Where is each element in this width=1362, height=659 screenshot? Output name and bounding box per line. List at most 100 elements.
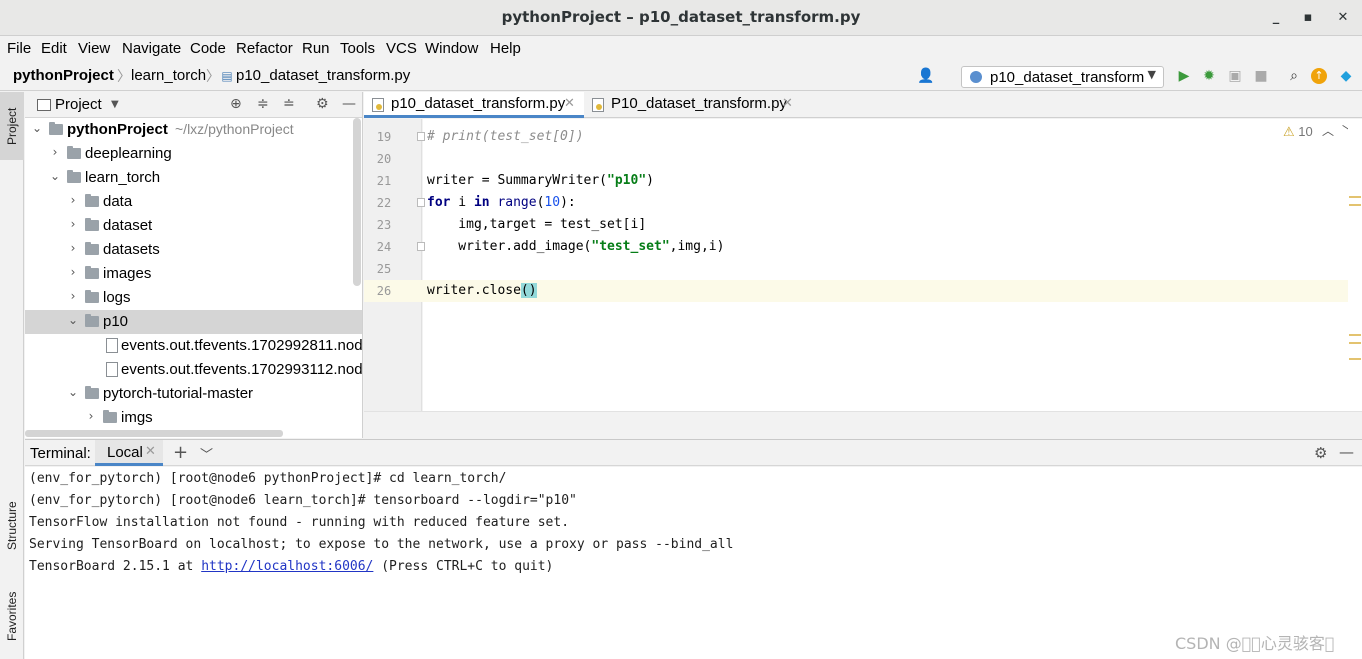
menu-view[interactable]: View [78,40,110,57]
pycharm-logo-icon[interactable]: ◆ [1337,67,1355,85]
run-icon[interactable]: ▶ [1175,67,1193,85]
run-config-label: p10_dataset_transform [990,69,1145,86]
chevron-down-icon[interactable]: ⌄ [49,169,61,183]
chevron-right-icon[interactable]: › [67,193,79,207]
close-tab-icon[interactable]: ✕ [782,95,793,111]
tree-item-images[interactable]: › images [25,262,362,286]
coverage-icon[interactable]: ▣ [1226,67,1244,85]
fold-marker-icon[interactable] [417,132,425,141]
hide-icon[interactable]: — [1339,443,1354,461]
structure-tool-tab[interactable]: Structure [0,490,24,562]
menu-run[interactable]: Run [302,40,330,57]
tree-item-label: logs [103,289,131,306]
tree-item-pytorch-tutorial-master[interactable]: ⌄ pytorch-tutorial-master [25,382,362,406]
chevron-right-icon[interactable]: › [67,217,79,231]
collapse-all-icon[interactable]: ≐ [283,96,295,112]
minimize-button[interactable]: _ [1266,8,1286,28]
menu-navigate[interactable]: Navigate [122,40,181,57]
tree-item-label: pythonProject [67,121,168,138]
project-tool-tab[interactable]: Project [0,92,24,160]
code-editor[interactable] [423,119,1348,411]
tab-p10-dataset-transform[interactable]: p10_dataset_transform.py ✕ [364,92,584,118]
fold-marker-icon[interactable] [417,198,425,207]
stop-icon[interactable]: ■ [1252,67,1270,85]
folder-icon [49,122,63,135]
gear-icon[interactable]: ⚙ [1314,444,1327,462]
tree-item-imgs[interactable]: › imgs [25,406,362,430]
tab-P10-dataset-transform[interactable]: P10_dataset_transform.py ✕ [584,92,804,118]
folder-icon [85,266,99,279]
folder-icon [85,290,99,303]
editor-scrollbar[interactable] [1348,119,1362,411]
chevron-right-icon[interactable]: › [85,409,97,423]
tab-terminal-local[interactable]: Local ✕ [95,440,163,466]
close-tab-icon[interactable]: ✕ [145,444,156,459]
locate-icon[interactable]: ⊕ [230,96,242,112]
gear-icon[interactable]: ⚙ [316,96,329,112]
python-config-icon [970,71,982,83]
tree-item-events-file-2[interactable]: events.out.tfevents.1702993112.node6 [25,358,362,382]
line-number: 25 [376,262,392,276]
run-configuration-selector[interactable]: p10_dataset_transform ▼ [961,66,1164,88]
tree-item-logs[interactable]: › logs [25,286,362,310]
tree-item-learn-torch[interactable]: ⌄ learn_torch [25,166,362,190]
tree-item-path: ~/lxz/pythonProject [175,121,294,137]
folder-icon [85,386,99,399]
folder-icon [67,146,81,159]
menu-file[interactable]: File [7,40,31,57]
debug-icon[interactable]: ✹ [1200,67,1218,85]
tree-item-p10[interactable]: ⌄ p10 [25,310,362,334]
tree-item-events-file-1[interactable]: events.out.tfevents.1702992811.node6 [25,334,363,358]
code-line-24: writer.add_image("test_set",img,i) [427,239,725,254]
line-number: 23 [376,218,392,232]
maximize-button[interactable]: ▪ [1298,8,1318,28]
tree-item-label: datasets [103,241,160,258]
previous-highlight-icon[interactable]: ︿ [1322,122,1334,139]
tree-item-dataset[interactable]: › dataset [25,214,362,238]
user-icon[interactable]: 👤 [917,67,935,85]
menu-tools[interactable]: Tools [340,40,375,57]
update-icon[interactable]: ↑ [1311,68,1327,84]
project-panel-title[interactable]: Project [55,96,102,113]
chevron-right-icon[interactable]: › [67,265,79,279]
tree-item-deeplearning[interactable]: › deeplearning [25,142,362,166]
tree-item-data[interactable]: › data [25,190,362,214]
scroll-marker [1349,204,1361,206]
favorites-tool-tab[interactable]: Favorites [0,580,24,652]
chevron-down-icon[interactable]: ⌄ [31,121,43,135]
chevron-down-icon[interactable]: ▼ [111,99,119,110]
hide-icon[interactable]: — [342,96,356,112]
close-button[interactable]: ✕ [1333,8,1353,28]
project-horizontal-scrollbar[interactable] [25,430,283,437]
menu-window[interactable]: Window [425,40,478,57]
breadcrumb-folder[interactable]: learn_torch [131,67,206,84]
fold-marker-icon[interactable] [417,242,425,251]
close-tab-icon[interactable]: ✕ [564,95,575,111]
editor-tab-bar: p10_dataset_transform.py ✕ P10_dataset_t… [364,92,1362,118]
expand-all-icon[interactable]: ≑ [257,96,269,112]
warning-count[interactable]: ⚠ 10 [1283,124,1313,140]
chevron-down-icon[interactable]: ﹀ [200,444,213,463]
tree-item-datasets[interactable]: › datasets [25,238,362,262]
search-icon[interactable]: ⌕ [1285,67,1303,85]
menu-vcs[interactable]: VCS [386,40,417,57]
breadcrumb-project[interactable]: pythonProject [13,67,114,84]
project-vertical-scrollbar[interactable] [353,118,361,286]
menu-help[interactable]: Help [490,40,521,57]
menu-code[interactable]: Code [190,40,226,57]
chevron-right-icon[interactable]: › [67,241,79,255]
tensorboard-link[interactable]: http://localhost:6006/ [201,559,373,574]
tree-item-label: events.out.tfevents.1702992811.node6 [121,337,363,354]
menu-refactor[interactable]: Refactor [236,40,293,57]
scroll-marker [1349,358,1361,360]
chevron-down-icon[interactable]: ⌄ [67,313,79,327]
scroll-marker [1349,334,1361,336]
python-file-icon: ▤ [221,69,233,83]
breadcrumb-file[interactable]: p10_dataset_transform.py [236,67,410,84]
chevron-right-icon[interactable]: › [67,289,79,303]
menu-edit[interactable]: Edit [41,40,67,57]
add-terminal-icon[interactable]: + [173,442,188,463]
tree-item-pythonProject[interactable]: ⌄ pythonProject ~/lxz/pythonProject [25,118,362,142]
chevron-down-icon[interactable]: ⌄ [67,385,79,399]
chevron-right-icon[interactable]: › [49,145,61,159]
